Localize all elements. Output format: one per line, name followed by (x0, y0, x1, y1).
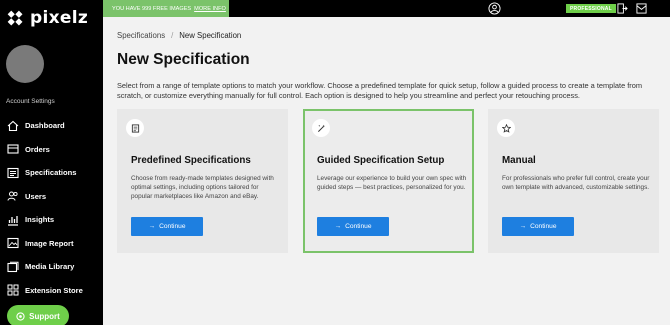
image-report-icon (7, 237, 19, 249)
extension-store-icon (7, 284, 19, 296)
arrow-right-icon: → (519, 223, 527, 230)
continue-button[interactable]: → Continue (131, 217, 203, 236)
card-guided-specification-setup[interactable]: Guided Specification Setup Leverage our … (303, 109, 474, 253)
insights-icon (7, 214, 19, 226)
chat-icon (16, 311, 25, 321)
breadcrumb-current: New Specification (179, 31, 242, 40)
sidebar-item-insights[interactable]: Insights (0, 208, 103, 232)
sidebar-item-label: Insights (25, 215, 55, 225)
sidebar-item-dashboard[interactable]: Dashboard (0, 114, 103, 138)
breadcrumb: Specifications / New Specification (117, 31, 241, 40)
breadcrumb-separator: / (171, 31, 174, 40)
user-account-icon[interactable] (488, 2, 501, 15)
sidebar-item-label: Extension Store (25, 285, 83, 295)
more-info-link[interactable]: MORE INFO (194, 6, 226, 12)
sidebar-item-specifications[interactable]: Specifications (0, 161, 103, 185)
card-predefined-specifications[interactable]: Predefined Specifications Choose from re… (117, 109, 288, 253)
breadcrumb-parent[interactable]: Specifications (117, 31, 165, 40)
support-button[interactable]: Support (7, 305, 69, 325)
sidebar-item-orders[interactable]: Orders (0, 138, 103, 162)
sidebar-item-extension-store[interactable]: Extension Store (0, 279, 103, 303)
sidebar-item-label: Users (25, 191, 47, 201)
dashboard-icon (7, 120, 19, 132)
magic-wand-icon (312, 119, 330, 137)
star-icon (497, 119, 515, 137)
promo-text: YOU HAVE 999 FREE IMAGES (112, 5, 192, 12)
users-icon (7, 190, 19, 202)
card-description: Choose from ready-made templates designe… (131, 175, 274, 200)
page-intro: Select from a range of template options … (117, 81, 643, 100)
card-title: Predefined Specifications (131, 155, 251, 166)
sidebar-item-label: Dashboard (25, 121, 65, 131)
sidebar-item-label: Orders (25, 144, 50, 154)
top-bar: YOU HAVE 999 FREE IMAGES MORE INFO PROFE… (103, 0, 670, 17)
main-content: Specifications / New Specification New S… (103, 17, 670, 325)
arrow-right-icon: → (334, 223, 342, 230)
continue-label: Continue (159, 223, 186, 230)
arrow-right-icon: → (148, 223, 156, 230)
card-title: Manual (502, 155, 536, 166)
card-title: Guided Specification Setup (317, 155, 445, 166)
continue-label: Continue (530, 223, 557, 230)
sidebar-nav: Dashboard Orders Specifications Users In… (0, 114, 103, 302)
sidebar: pixelz Account Settings Dashboard Orders… (0, 0, 103, 325)
card-manual[interactable]: Manual For professionals who prefer full… (488, 109, 659, 253)
orders-icon (7, 143, 19, 155)
page-title: New Specification (117, 51, 250, 68)
media-library-icon (7, 261, 19, 273)
free-images-banner: YOU HAVE 999 FREE IMAGES MORE INFO (103, 0, 229, 17)
continue-button[interactable]: → Continue (317, 217, 389, 236)
avatar[interactable] (6, 45, 44, 83)
sidebar-item-media-library[interactable]: Media Library (0, 255, 103, 279)
card-description: Leverage our experience to build your ow… (317, 175, 467, 191)
sidebar-item-label: Media Library (25, 262, 75, 272)
template-icon (126, 119, 144, 137)
logo[interactable]: pixelz (7, 8, 88, 28)
logo-text: pixelz (30, 8, 89, 28)
sidebar-item-image-report[interactable]: Image Report (0, 232, 103, 256)
plan-badge: PROFESSIONAL (566, 4, 616, 13)
account-settings-link[interactable]: Account Settings (6, 98, 55, 105)
sidebar-item-label: Specifications (25, 168, 77, 178)
continue-button[interactable]: → Continue (502, 217, 574, 236)
mail-icon[interactable] (636, 3, 647, 14)
logout-icon[interactable] (617, 3, 628, 14)
logo-mark-icon (7, 10, 23, 26)
sidebar-item-users[interactable]: Users (0, 185, 103, 209)
card-description: For professionals who prefer full contro… (502, 175, 650, 191)
specifications-icon (7, 167, 19, 179)
continue-label: Continue (345, 223, 372, 230)
sidebar-item-label: Image Report (25, 238, 74, 248)
support-label: Support (29, 311, 60, 321)
